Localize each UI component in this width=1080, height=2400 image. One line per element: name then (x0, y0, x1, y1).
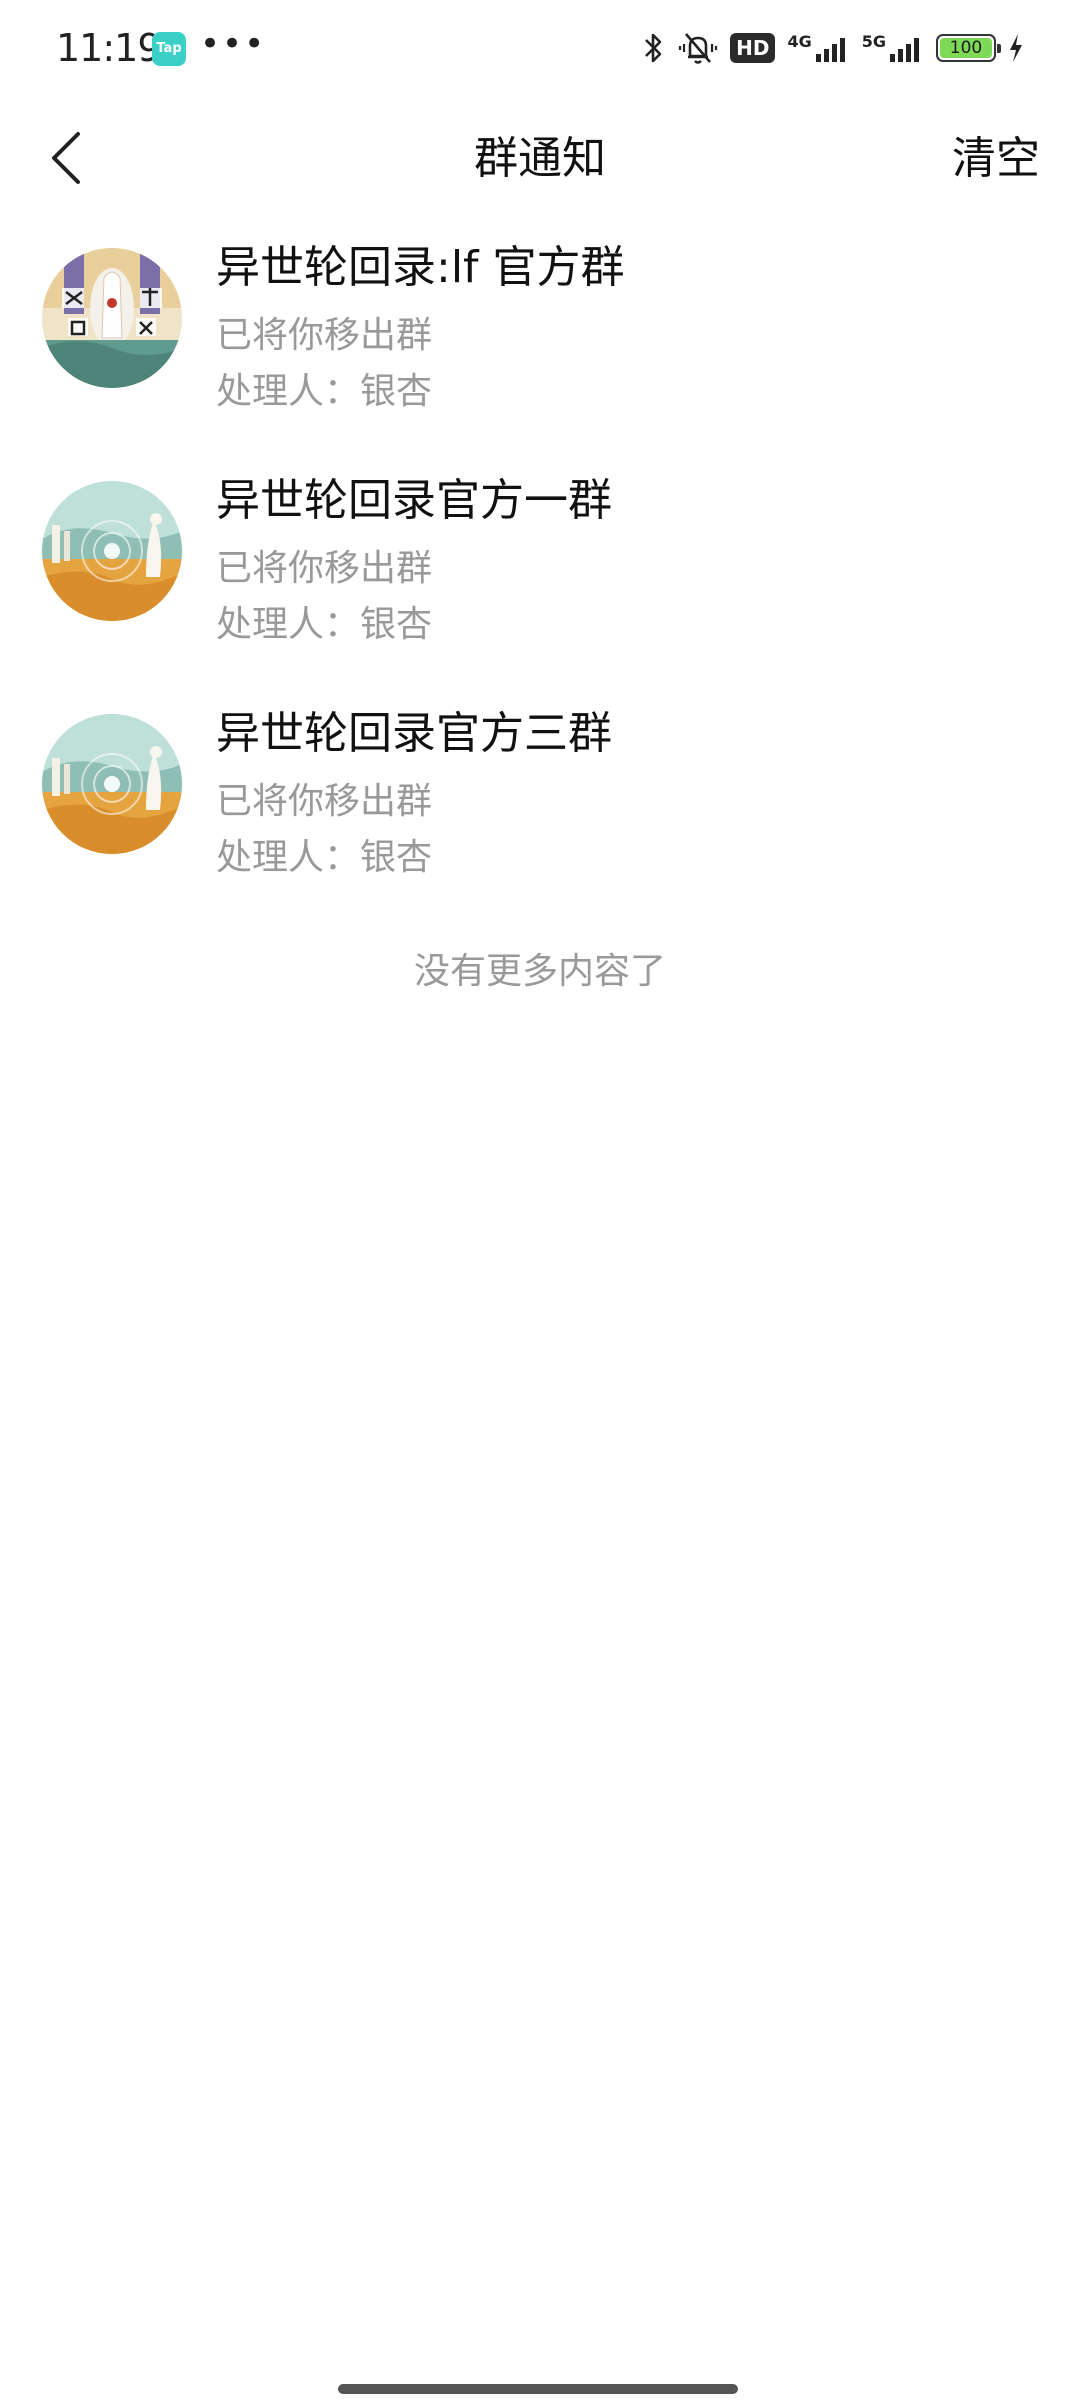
net-label-5g: 5G (861, 32, 886, 51)
hd-voice-icon: HD (730, 33, 776, 63)
no-more-content-label: 没有更多内容了 (413, 951, 666, 992)
status-icons: HD 4G 5G 100 (642, 28, 1024, 68)
mute-vibrate-icon (679, 33, 718, 64)
notice-item[interactable]: 异世轮回录官方一群 已将你移出群 处理人：银杏 (0, 473, 1080, 706)
more-notifications-icon: ••• (200, 24, 267, 64)
notice-handler: 处理人：银杏 (216, 837, 433, 878)
notice-item[interactable]: 异世轮回录官方三群 已将你移出群 处理人：银杏 (0, 706, 1080, 939)
group-avatar[interactable] (42, 714, 182, 854)
bluetooth-icon (645, 33, 662, 63)
status-bar: 11:19 Tap ••• HD 4G 5G 100 (0, 0, 1080, 96)
clear-all-button[interactable]: 清空 (952, 132, 1040, 186)
group-name: 异世轮回录:lf 官方群 (216, 242, 625, 293)
group-avatar[interactable] (42, 481, 182, 621)
group-avatar-landscape-image (42, 714, 182, 854)
battery-icon: 100 (936, 34, 1001, 62)
notice-handler: 处理人：银杏 (216, 604, 433, 645)
notice-description: 已将你移出群 (216, 548, 433, 589)
status-time: 11:19 (56, 26, 162, 70)
taptap-app-icon: Tap (152, 32, 186, 66)
top-app-bar: 群通知 清空 (0, 110, 1080, 206)
battery-level: 100 (940, 38, 992, 58)
signal-4g-icon: 4G (787, 34, 849, 62)
home-indicator[interactable] (338, 2384, 738, 2394)
notice-description: 已将你移出群 (216, 315, 433, 356)
group-notice-list: 异世轮回录:lf 官方群 已将你移出群 处理人：银杏 异世轮回录官方一群 已将你… (0, 240, 1080, 939)
group-name: 异世轮回录官方一群 (216, 475, 612, 526)
group-avatar-art-image (42, 248, 182, 388)
net-label-4g: 4G (787, 32, 812, 51)
group-avatar[interactable] (42, 248, 182, 388)
notice-content: 异世轮回录官方三群 已将你移出群 处理人：银杏 (216, 706, 1036, 882)
signal-5g-icon: 5G (862, 34, 924, 62)
notice-content: 异世轮回录官方一群 已将你移出群 处理人：银杏 (216, 473, 1036, 649)
page-title: 群通知 (474, 133, 606, 184)
notice-content: 异世轮回录:lf 官方群 已将你移出群 处理人：银杏 (216, 240, 1036, 416)
group-name: 异世轮回录官方三群 (216, 708, 612, 759)
group-avatar-landscape-image (42, 481, 182, 621)
notice-handler: 处理人：银杏 (216, 371, 433, 412)
charging-icon (1010, 34, 1022, 62)
notice-item[interactable]: 异世轮回录:lf 官方群 已将你移出群 处理人：银杏 (0, 240, 1080, 473)
notice-description: 已将你移出群 (216, 781, 433, 822)
